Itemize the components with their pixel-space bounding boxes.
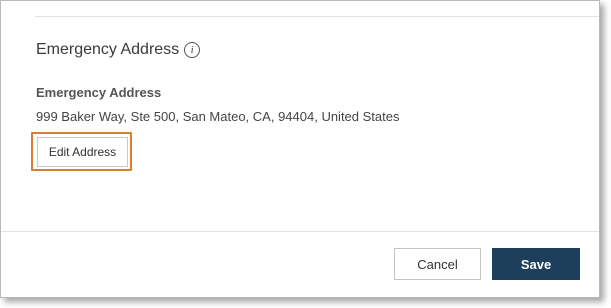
cancel-button[interactable]: Cancel	[394, 248, 481, 280]
info-icon[interactable]: i	[184, 42, 201, 58]
footer-divider	[1, 231, 599, 232]
save-button[interactable]: Save	[492, 248, 580, 280]
address-value: 999 Baker Way, Ste 500, San Mateo, CA, 9…	[36, 109, 400, 124]
edit-address-button[interactable]: Edit Address	[37, 137, 128, 167]
section-header: Emergency Address i	[36, 41, 201, 59]
emergency-address-panel: Emergency Address i Emergency Address 99…	[0, 0, 600, 298]
section-title: Emergency Address	[36, 41, 180, 58]
address-label: Emergency Address	[36, 85, 162, 100]
top-divider	[35, 16, 599, 17]
